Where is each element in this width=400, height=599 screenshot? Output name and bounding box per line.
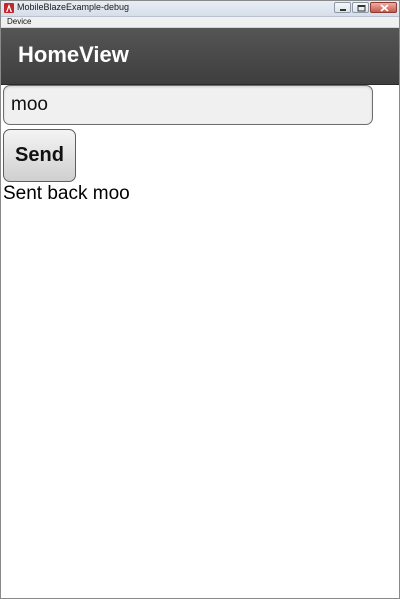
result-label: Sent back moo [3,183,130,204]
maximize-icon[interactable] [352,2,369,13]
menu-bar: Device [1,17,399,28]
menu-item-device[interactable]: Device [7,17,31,27]
minimize-icon[interactable] [334,2,351,13]
message-input[interactable] [3,85,373,125]
app-window: MobileBlazeExample-debug Device HomeView… [0,0,400,599]
app-icon [4,3,14,13]
view-title: HomeView [18,42,129,67]
window-title-bar[interactable]: MobileBlazeExample-debug [1,1,399,17]
close-icon[interactable] [370,2,397,13]
window-title: MobileBlazeExample-debug [17,2,130,12]
window-controls [333,2,397,13]
action-bar: HomeView [1,28,399,85]
send-button[interactable]: Send [3,129,76,182]
